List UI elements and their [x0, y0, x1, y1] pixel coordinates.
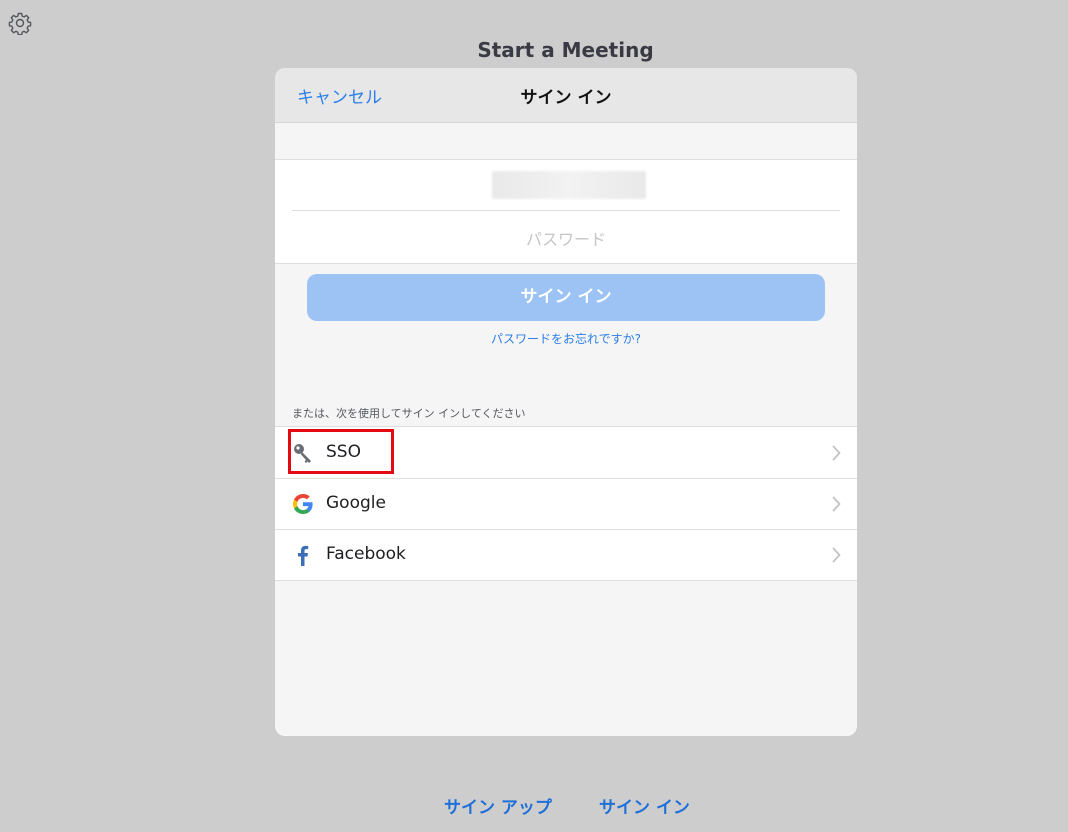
google-label: Google: [326, 493, 386, 513]
footer-signin-link[interactable]: サイン イン: [599, 793, 690, 818]
google-option[interactable]: Google: [275, 478, 857, 529]
signin-options-list: SSO Google Facebook: [275, 426, 857, 581]
credentials-form: パスワード: [275, 159, 857, 264]
email-field[interactable]: [292, 160, 840, 211]
chevron-right-icon: [832, 445, 841, 461]
password-field[interactable]: パスワード: [275, 211, 857, 261]
signin-dialog: キャンセル サイン イン パスワード サイン イン パスワードをお忘れですか? …: [275, 68, 857, 736]
facebook-option[interactable]: Facebook: [275, 529, 857, 580]
sso-label: SSO: [326, 442, 361, 462]
signup-link[interactable]: サイン アップ: [444, 793, 552, 818]
key-icon: [294, 444, 311, 463]
signin-button[interactable]: サイン イン: [307, 274, 825, 321]
google-icon: [293, 494, 313, 514]
sso-option[interactable]: SSO: [275, 427, 857, 478]
page-title: Start a Meeting: [477, 38, 654, 62]
email-value-redacted: [492, 171, 646, 199]
dialog-header: キャンセル サイン イン: [275, 68, 857, 123]
dialog-title: サイン イン: [520, 88, 612, 108]
facebook-label: Facebook: [326, 544, 406, 564]
alternative-signin-label: または、次を使用してサイン インしてください: [292, 407, 526, 420]
password-placeholder: パスワード: [525, 230, 606, 249]
gear-icon[interactable]: [8, 11, 32, 35]
chevron-right-icon: [832, 496, 841, 512]
chevron-right-icon: [832, 547, 841, 563]
facebook-icon: [298, 545, 309, 566]
forgot-password-link[interactable]: パスワードをお忘れですか?: [275, 330, 857, 347]
